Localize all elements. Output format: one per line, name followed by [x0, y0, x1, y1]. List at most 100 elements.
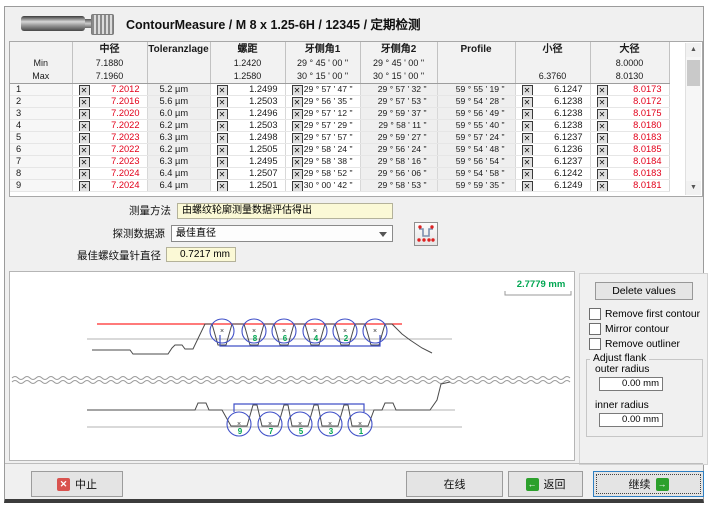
delete-values-button[interactable]: Delete values — [595, 282, 693, 300]
table-row[interactable]: 4✕7.20226.2 µm✕1.2503✕29 ° 57 ' 29 "29 °… — [10, 120, 688, 132]
outer-radius-field[interactable]: 0.00 mm — [599, 377, 663, 391]
column-header[interactable]: 牙侧角229 ° 45 ' 00 "30 ° 15 ' 00 " — [360, 42, 437, 84]
checked-checkbox-icon[interactable]: ✕ — [522, 157, 533, 168]
remove-outliner-checkbox[interactable]: Remove outliner — [589, 338, 680, 350]
cell-d2: ✕7.2012 — [72, 84, 147, 96]
cell-p: ✕1.2503 — [210, 96, 285, 108]
checked-checkbox-icon[interactable]: ✕ — [217, 109, 228, 120]
column-header[interactable]: 大径8.00008.0130 — [590, 42, 669, 84]
table-row[interactable]: 1✕7.20125.2 µm✕1.2499✕29 ° 57 ' 47 "29 °… — [10, 84, 688, 96]
checked-checkbox-icon[interactable]: ✕ — [522, 145, 533, 156]
checked-checkbox-icon[interactable]: ✕ — [522, 97, 533, 108]
inner-radius-field[interactable]: 0.00 mm — [599, 413, 663, 427]
checked-checkbox-icon[interactable]: ✕ — [79, 121, 90, 132]
scroll-down-icon[interactable]: ▼ — [686, 181, 701, 195]
remove-first-contour-checkbox[interactable]: Remove first contour — [589, 308, 700, 320]
checked-checkbox-icon[interactable]: ✕ — [79, 181, 90, 192]
checked-checkbox-icon[interactable]: ✕ — [79, 157, 90, 168]
checked-checkbox-icon[interactable]: ✕ — [292, 169, 303, 180]
table-header-row: MinMax中径7.18807.1960Toleranzlage螺距1.2420… — [10, 42, 688, 84]
scrollbar-thumb[interactable] — [687, 60, 700, 86]
checked-checkbox-icon[interactable]: ✕ — [217, 121, 228, 132]
checked-checkbox-icon[interactable]: ✕ — [522, 169, 533, 180]
cell-dM: ✕8.0183 — [590, 168, 669, 180]
online-button[interactable]: 在线 — [406, 471, 503, 497]
contour-graph[interactable]: 2.7779 mm ××8×6×4×2××9×7×5×3×1 — [9, 271, 575, 461]
checked-checkbox-icon[interactable]: ✕ — [217, 145, 228, 156]
checked-checkbox-icon[interactable]: ✕ — [522, 109, 533, 120]
checked-checkbox-icon[interactable]: ✕ — [217, 97, 228, 108]
checked-checkbox-icon[interactable]: ✕ — [597, 169, 608, 180]
checked-checkbox-icon[interactable]: ✕ — [597, 157, 608, 168]
checked-checkbox-icon[interactable]: ✕ — [597, 121, 608, 132]
checked-checkbox-icon[interactable]: ✕ — [79, 169, 90, 180]
table-row[interactable]: 6✕7.20226.2 µm✕1.2505✕29 ° 58 ' 24 "29 °… — [10, 144, 688, 156]
contour-measure-window: ContourMeasure / M 8 x 1.25-6H / 12345 /… — [4, 6, 704, 503]
checked-checkbox-icon[interactable]: ✕ — [79, 97, 90, 108]
checked-checkbox-icon[interactable]: ✕ — [522, 85, 533, 96]
checked-checkbox-icon[interactable]: ✕ — [79, 133, 90, 144]
table-row[interactable]: 5✕7.20236.3 µm✕1.2498✕29 ° 57 ' 57 "29 °… — [10, 132, 688, 144]
checked-checkbox-icon[interactable]: ✕ — [597, 181, 608, 192]
checked-checkbox-icon[interactable]: ✕ — [292, 109, 303, 120]
wire-diameter-field[interactable]: 0.7217 mm — [166, 247, 236, 262]
probe-source-select[interactable]: 最佳直径 — [171, 225, 393, 242]
unchecked-checkbox-icon[interactable] — [589, 323, 601, 335]
checked-checkbox-icon[interactable]: ✕ — [217, 133, 228, 144]
checked-checkbox-icon[interactable]: ✕ — [292, 85, 303, 96]
table-row[interactable]: 3✕7.20206.0 µm✕1.2496✕29 ° 57 ' 12 "29 °… — [10, 108, 688, 120]
next-label: 继续 — [629, 476, 651, 492]
checked-checkbox-icon[interactable]: ✕ — [217, 85, 228, 96]
mirror-contour-checkbox[interactable]: Mirror contour — [589, 323, 669, 335]
column-header[interactable]: Toleranzlage — [147, 42, 210, 84]
checked-checkbox-icon[interactable]: ✕ — [292, 133, 303, 144]
scroll-up-icon[interactable]: ▲ — [686, 43, 701, 57]
method-field[interactable]: 由螺纹轮廓测量数据评估得出 — [177, 203, 393, 219]
table-row[interactable]: 9✕7.20246.4 µm✕1.2501✕30 ° 00 ' 42 "29 °… — [10, 180, 688, 192]
column-header[interactable]: Profile — [437, 42, 515, 84]
cell-p: ✕1.2496 — [210, 108, 285, 120]
next-button[interactable]: 继续 → — [593, 471, 704, 497]
checked-checkbox-icon[interactable]: ✕ — [597, 145, 608, 156]
checked-checkbox-icon[interactable]: ✕ — [79, 85, 90, 96]
checked-checkbox-icon[interactable]: ✕ — [292, 97, 303, 108]
checked-checkbox-icon[interactable]: ✕ — [217, 157, 228, 168]
cell-tol: 6.3 µm — [147, 156, 210, 168]
checked-checkbox-icon[interactable]: ✕ — [292, 121, 303, 132]
next-arrow-icon: → — [656, 478, 669, 491]
break-wave-line-1 — [12, 377, 570, 380]
table-row[interactable]: 7✕7.20236.3 µm✕1.2495✕29 ° 58 ' 38 "29 °… — [10, 156, 688, 168]
checked-checkbox-icon[interactable]: ✕ — [522, 181, 533, 192]
checked-checkbox-icon[interactable]: ✕ — [79, 145, 90, 156]
table-row[interactable]: 8✕7.20246.4 µm✕1.2507✕29 ° 58 ' 52 "29 °… — [10, 168, 688, 180]
column-header[interactable]: 牙侧角129 ° 45 ' 00 "30 ° 15 ' 00 " — [285, 42, 360, 84]
column-header[interactable]: MinMax — [10, 42, 72, 84]
cell-n: 6 — [10, 144, 72, 156]
checked-checkbox-icon[interactable]: ✕ — [79, 109, 90, 120]
checked-checkbox-icon[interactable]: ✕ — [597, 97, 608, 108]
cell-pr: 59 ° 56 ' 49 " — [437, 108, 515, 120]
column-header[interactable]: 小径6.3760 — [515, 42, 590, 84]
checked-checkbox-icon[interactable]: ✕ — [292, 181, 303, 192]
checked-checkbox-icon[interactable]: ✕ — [522, 133, 533, 144]
unchecked-checkbox-icon[interactable] — [589, 308, 601, 320]
checked-checkbox-icon[interactable]: ✕ — [217, 169, 228, 180]
checked-checkbox-icon[interactable]: ✕ — [597, 133, 608, 144]
table-row[interactable]: 2✕7.20165.6 µm✕1.2503✕29 ° 56 ' 35 "29 °… — [10, 96, 688, 108]
cell-a1: ✕29 ° 58 ' 24 " — [285, 144, 360, 156]
checked-checkbox-icon[interactable]: ✕ — [597, 85, 608, 96]
probe-points-button[interactable] — [414, 222, 438, 246]
outer-radius-label: outer radius — [595, 364, 649, 375]
column-header[interactable]: 中径7.18807.1960 — [72, 42, 147, 84]
adjust-flank-title: Adjust flank — [590, 353, 649, 364]
abort-button[interactable]: ✕ 中止 — [31, 471, 123, 497]
column-header[interactable]: 螺距1.24201.2580 — [210, 42, 285, 84]
checked-checkbox-icon[interactable]: ✕ — [597, 109, 608, 120]
back-button[interactable]: ← 返回 — [508, 471, 583, 497]
table-scrollbar[interactable]: ▲ ▼ — [685, 43, 701, 195]
checked-checkbox-icon[interactable]: ✕ — [292, 157, 303, 168]
checked-checkbox-icon[interactable]: ✕ — [522, 121, 533, 132]
checked-checkbox-icon[interactable]: ✕ — [292, 145, 303, 156]
checked-checkbox-icon[interactable]: ✕ — [217, 181, 228, 192]
unchecked-checkbox-icon[interactable] — [589, 338, 601, 350]
